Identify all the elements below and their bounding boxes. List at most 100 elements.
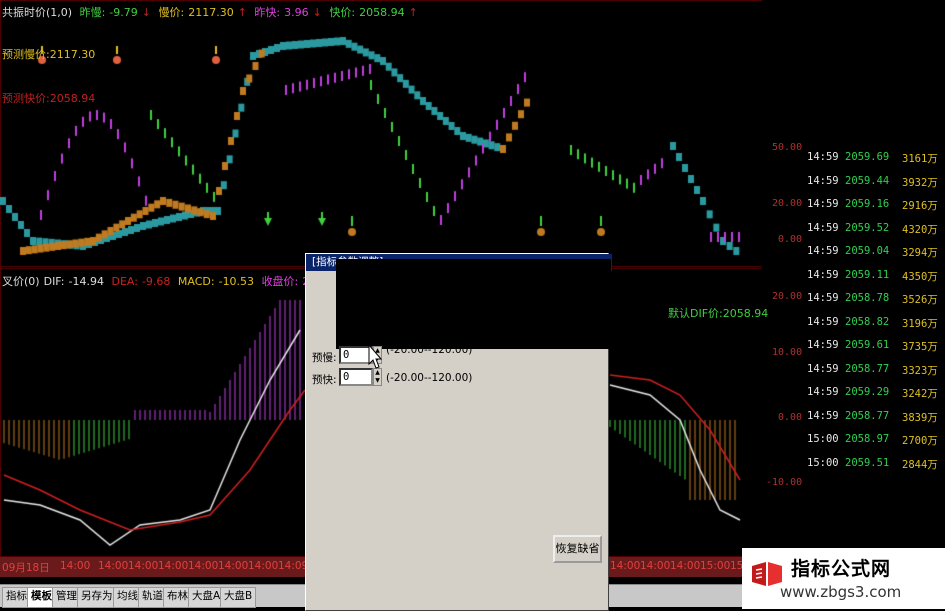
tick-vol: 4320万 bbox=[902, 223, 938, 236]
tick-time: 14:59 bbox=[807, 151, 839, 163]
time-axis-label: 14:00 bbox=[98, 560, 129, 572]
param2-spinner[interactable]: ▲ ▼ bbox=[373, 368, 382, 386]
lower-title: 叉价(0) bbox=[2, 275, 40, 288]
time-axis-label: 15:00 bbox=[700, 560, 731, 572]
tick-row: 14:59 2059.69 3161万 bbox=[805, 147, 945, 169]
time-axis-label: 09月18日 bbox=[2, 562, 50, 574]
tick-vol: 3294万 bbox=[902, 247, 938, 259]
watermark-title: 指标公式网 bbox=[791, 558, 892, 580]
time-axis-label: 14:00 bbox=[640, 560, 671, 572]
restore-default-button[interactable]: 恢复缺省 bbox=[553, 535, 602, 563]
dea-value: -9.68 bbox=[141, 275, 171, 288]
tick-price: 2059.44 bbox=[845, 174, 890, 187]
tick-price: 2059.52 bbox=[845, 221, 890, 234]
tick-row: 14:59 2059.29 3242万 bbox=[805, 382, 945, 404]
tick-time: 14:59 bbox=[807, 198, 839, 210]
tick-time: 14:59 bbox=[807, 315, 839, 328]
close-label: 收盘价: bbox=[261, 275, 299, 288]
tick-time: 14:59 bbox=[807, 386, 839, 398]
tick-vol: 3196万 bbox=[902, 317, 938, 330]
prev-slow-label: 昨慢: bbox=[79, 6, 106, 19]
dea-label: DEA: bbox=[111, 275, 138, 288]
tab-index-b[interactable]: 大盘B bbox=[220, 587, 257, 608]
tick-price: 2058.77 bbox=[845, 409, 890, 422]
param2-range: (-20.00--120.00) bbox=[386, 372, 473, 384]
tick-price: 2059.69 bbox=[845, 151, 890, 163]
mouse-cursor-icon bbox=[368, 343, 383, 370]
tick-price: 2059.51 bbox=[845, 456, 890, 469]
prev-fast-label: 昨快: bbox=[254, 6, 281, 19]
lower-scale-label: -10.00 bbox=[766, 477, 803, 488]
time-axis-label: 14:00 bbox=[610, 560, 641, 572]
tick-price: 2059.11 bbox=[845, 268, 890, 281]
time-axis-label: 14:00 bbox=[128, 560, 159, 572]
tick-vol: 3242万 bbox=[902, 388, 938, 400]
tick-time: 15:00 bbox=[807, 456, 839, 469]
time-axis-label: 14:00 bbox=[248, 560, 279, 572]
tick-row: 14:59 2058.77 3839万 bbox=[805, 406, 945, 428]
arrow-icon: ↓ bbox=[312, 6, 322, 19]
watermark-logo-icon bbox=[752, 562, 782, 586]
dialog-occluded-area bbox=[336, 259, 611, 349]
lower-scale-label: 20.00 bbox=[772, 291, 803, 302]
tick-price: 2059.04 bbox=[845, 245, 890, 257]
tick-time: 14:59 bbox=[807, 221, 839, 234]
pred-slow-text: 预测慢价:2117.30 bbox=[2, 48, 96, 61]
macd-label: MACD: bbox=[177, 275, 215, 288]
fast-price-value: 2058.94 bbox=[359, 6, 405, 19]
tick-row: 15:00 2058.97 2700万 bbox=[805, 429, 945, 451]
tick-row: 14:59 2059.61 3735万 bbox=[805, 335, 945, 357]
spin-up-icon[interactable]: ▲ bbox=[375, 369, 380, 376]
pred-fast-text: 预测快价:2058.94 bbox=[2, 92, 96, 105]
tick-vol: 3932万 bbox=[902, 176, 938, 189]
param2-input[interactable]: 0 bbox=[339, 368, 373, 386]
tab-save-as[interactable]: 另存为 bbox=[77, 587, 117, 608]
tick-time: 14:59 bbox=[807, 174, 839, 187]
param2-label: 预快: bbox=[312, 374, 337, 386]
slow-price-value: 2117.30 bbox=[188, 6, 234, 19]
tick-price: 2058.78 bbox=[845, 292, 890, 304]
default-dif-text: 默认DIF价:2058.94 bbox=[668, 307, 769, 320]
tick-row: 14:59 2059.11 4350万 bbox=[805, 265, 945, 287]
param1-range: (-20.00--120.00) bbox=[386, 344, 473, 356]
time-axis-label: 14:00 bbox=[158, 560, 189, 572]
tick-time: 14:59 bbox=[807, 292, 839, 304]
tick-time: 14:59 bbox=[807, 245, 839, 257]
tick-vol: 3735万 bbox=[902, 341, 938, 353]
tick-time: 14:59 bbox=[807, 339, 839, 351]
tick-vol: 3526万 bbox=[902, 294, 938, 306]
fast-price-label: 快价: bbox=[329, 6, 356, 19]
watermark: 指标公式网 www.zbgs3.com bbox=[742, 548, 945, 609]
lower-indicator-header: 叉价(0) DIF: -14.94 DEA: -9.68 MACD: -10.53 收盘… bbox=[2, 273, 334, 289]
tick-vol: 3323万 bbox=[902, 364, 938, 377]
arrow-icon: ↑ bbox=[408, 6, 418, 19]
tick-row: 15:00 2059.51 2844万 bbox=[805, 453, 945, 475]
parameter-dialog: [指标参数调整] 预慢: 0 ▲▼ (-20.00--120.00) 预快: 0… bbox=[305, 253, 612, 611]
tick-row: 14:59 2059.44 3932万 bbox=[805, 171, 945, 193]
tick-price: 2059.16 bbox=[845, 198, 890, 210]
lower-scale-label: 0.00 bbox=[778, 412, 803, 423]
dif-value: -14.94 bbox=[68, 275, 104, 288]
tick-row: 14:59 2059.52 4320万 bbox=[805, 218, 945, 240]
tick-price: 2058.97 bbox=[845, 433, 890, 445]
time-axis-label: 14:09 bbox=[278, 560, 309, 572]
tick-price: 2058.82 bbox=[845, 315, 890, 328]
tick-row: 14:59 2058.78 3526万 bbox=[805, 288, 945, 310]
upper-scale-label: 20.00 bbox=[772, 198, 803, 209]
tick-vol: 4350万 bbox=[902, 270, 938, 283]
tab-index-a[interactable]: 大盘A bbox=[188, 587, 225, 608]
tick-row: 14:59 2058.82 3196万 bbox=[805, 312, 945, 334]
time-axis-label: 14:00 bbox=[218, 560, 249, 572]
tick-row: 14:59 2059.16 2916万 bbox=[805, 194, 945, 216]
spin-down-icon[interactable]: ▼ bbox=[375, 377, 380, 384]
tick-vol: 3161万 bbox=[902, 153, 938, 165]
tick-vol: 2844万 bbox=[902, 458, 938, 471]
tick-time: 15:00 bbox=[807, 433, 839, 445]
upper-indicator-header: 共振时价(1,0) 昨慢: -9.79 ↓ 慢价: 2117.30 ↑ 昨快: 3.96 ↓… bbox=[2, 4, 422, 20]
tick-vol: 2700万 bbox=[902, 435, 938, 447]
tick-price: 2059.61 bbox=[845, 339, 890, 351]
time-axis-label: 14:00 bbox=[670, 560, 701, 572]
tick-row: 14:59 2058.77 3323万 bbox=[805, 359, 945, 381]
time-axis-label: 14:00 bbox=[188, 560, 219, 572]
indicator-title: 共振时价(1,0) bbox=[2, 6, 73, 19]
